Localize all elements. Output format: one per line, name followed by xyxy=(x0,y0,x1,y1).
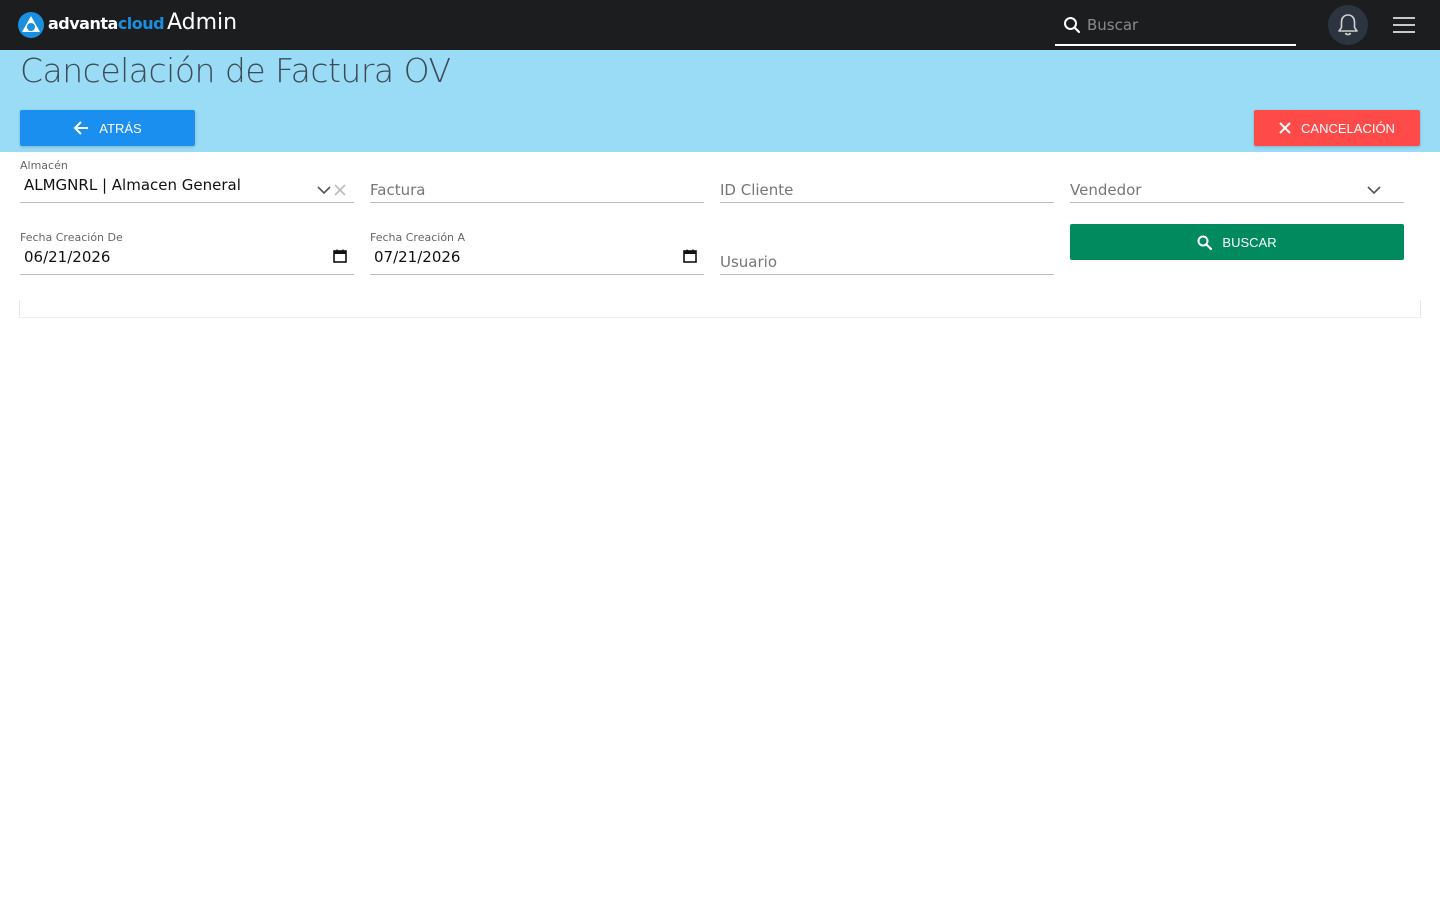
chevron-down-icon[interactable] xyxy=(317,185,331,195)
fecha-de-value: 06/21/2026 xyxy=(24,248,111,266)
brand-part-2: cloud xyxy=(117,14,165,33)
page-title: Cancelación de Factura OV xyxy=(20,51,451,90)
fecha-a-label: Fecha Creación A xyxy=(370,231,466,244)
results-panel xyxy=(19,300,1421,318)
arrow-left-icon xyxy=(73,121,89,135)
advanta-logo-icon[interactable] xyxy=(16,11,46,39)
almacen-value: ALMGNRL | Almacen General xyxy=(24,176,241,194)
fecha-de-label: Fecha Creación De xyxy=(20,231,123,244)
cancel-invoice-button[interactable]: CANCELACIÓN xyxy=(1254,110,1420,146)
search-icon xyxy=(1064,17,1081,34)
almacen-select[interactable]: Almacén ALMGNRL | Almacen General xyxy=(20,159,354,203)
usuario-field[interactable]: Usuario xyxy=(720,231,1054,275)
almacen-label: Almacén xyxy=(20,159,68,172)
usuario-placeholder: Usuario xyxy=(720,253,778,271)
vendedor-placeholder: Vendedor xyxy=(1070,181,1142,199)
id-cliente-field[interactable]: ID Cliente xyxy=(720,159,1054,203)
notifications-button[interactable] xyxy=(1328,5,1368,45)
calendar-icon[interactable] xyxy=(683,249,697,263)
global-search xyxy=(1055,6,1296,46)
search-button[interactable]: BUSCAR xyxy=(1070,224,1404,260)
cancel-button-label: CANCELACIÓN xyxy=(1301,120,1395,136)
brand-part-1: advanta xyxy=(48,14,118,33)
bell-icon xyxy=(1338,14,1358,36)
factura-field[interactable]: Factura xyxy=(370,159,704,203)
back-button[interactable]: ATRÁS xyxy=(20,110,195,146)
id-cliente-placeholder: ID Cliente xyxy=(720,181,794,199)
clear-icon[interactable] xyxy=(333,183,347,197)
app-title: Admin xyxy=(167,10,238,35)
search-input[interactable] xyxy=(1087,12,1287,38)
fecha-creacion-a-field[interactable]: Fecha Creación A 07/21/2026 xyxy=(370,231,704,275)
back-button-label: ATRÁS xyxy=(99,120,142,136)
brand-name: advantacloud xyxy=(48,14,165,33)
search-icon xyxy=(1197,235,1213,250)
top-navbar: advantacloud Admin xyxy=(0,0,1440,50)
factura-placeholder: Factura xyxy=(370,181,426,199)
calendar-icon[interactable] xyxy=(333,249,347,263)
fecha-creacion-de-field[interactable]: Fecha Creación De 06/21/2026 xyxy=(20,231,354,275)
vendedor-select[interactable]: Vendedor xyxy=(1070,159,1404,203)
search-button-label: BUSCAR xyxy=(1222,234,1277,250)
fecha-a-value: 07/21/2026 xyxy=(374,248,461,266)
close-icon xyxy=(1279,122,1291,134)
hamburger-menu-icon[interactable] xyxy=(1393,17,1415,35)
chevron-down-icon[interactable] xyxy=(1367,185,1381,195)
